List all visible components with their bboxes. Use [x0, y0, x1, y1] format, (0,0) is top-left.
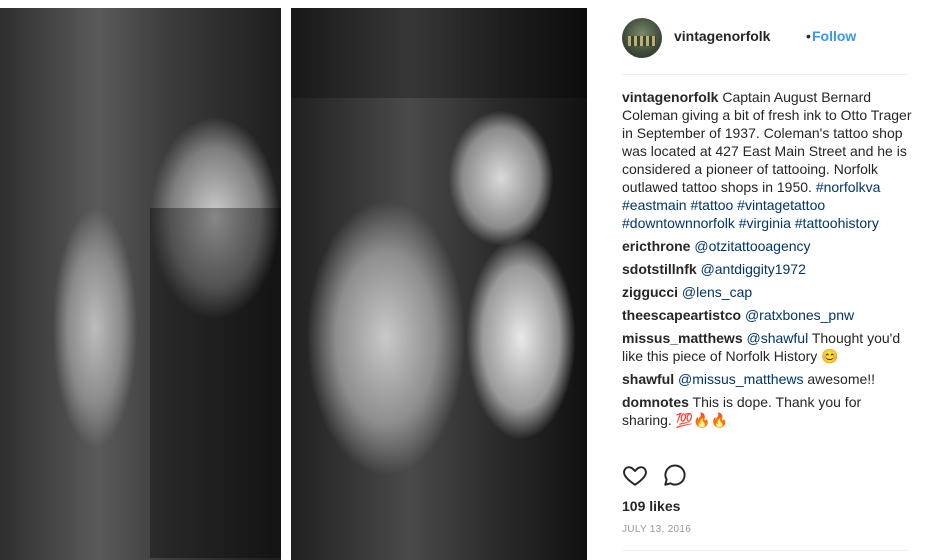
follow-button[interactable]: Follow	[812, 28, 856, 44]
comment-username[interactable]: shawful	[622, 371, 674, 387]
divider	[622, 550, 908, 551]
caption-username[interactable]: vintagenorfolk	[622, 89, 718, 105]
comment-icon[interactable]	[662, 462, 688, 488]
heart-icon[interactable]	[622, 462, 648, 488]
comment-item: shawful @missus_matthews awesome!!	[622, 370, 912, 388]
photo-tattooed-man-standing	[0, 8, 281, 560]
comment-text: awesome!!	[807, 371, 876, 387]
comment-item: ziggucci @lens_cap	[622, 283, 912, 301]
post-date[interactable]: JULY 13, 2016	[622, 524, 691, 535]
comment-username[interactable]: domnotes	[622, 394, 689, 410]
comment-username[interactable]: sdotstillnfk	[622, 261, 697, 277]
post-photo[interactable]	[0, 0, 600, 560]
comment-item: theescapeartistco @ratxbones_pnw	[622, 306, 912, 324]
comment-mention[interactable]: @otzitattooagency	[694, 238, 810, 254]
comment-item: missus_matthews @shawful Thought you'd l…	[622, 329, 912, 365]
caption: vintagenorfolk Captain August Bernard Co…	[622, 88, 912, 232]
comment-username[interactable]: theescapeartistco	[622, 307, 741, 323]
like-count[interactable]: 109 likes	[622, 498, 680, 514]
photo-tattoo-artist-at-work	[291, 8, 587, 560]
header-username[interactable]: vintagenorfolk	[674, 28, 770, 44]
comment-username[interactable]: ziggucci	[622, 284, 678, 300]
comment-username[interactable]: missus_matthews	[622, 330, 743, 346]
comment-item: domnotes This is dope. Thank you for sha…	[622, 393, 912, 429]
action-bar	[622, 462, 908, 490]
avatar[interactable]	[622, 18, 662, 58]
comment-username[interactable]: ericthrone	[622, 238, 690, 254]
comment-item: ericthrone @otzitattooagency	[622, 237, 912, 255]
comment-mention[interactable]: @shawful	[747, 330, 809, 346]
post-side-panel: vintagenorfolk • Follow vintagenorfolk C…	[600, 0, 931, 560]
comment-mention[interactable]: @antdiggity1972	[701, 261, 806, 277]
post-header: vintagenorfolk • Follow	[622, 16, 908, 75]
separator-dot: •	[806, 28, 811, 44]
comment-list: vintagenorfolk Captain August Bernard Co…	[622, 88, 912, 434]
comment-mention[interactable]: @ratxbones_pnw	[745, 307, 854, 323]
comment-item: sdotstillnfk @antdiggity1972	[622, 260, 912, 278]
comment-mention[interactable]: @lens_cap	[682, 284, 752, 300]
comment-mention[interactable]: @missus_matthews	[678, 371, 803, 387]
